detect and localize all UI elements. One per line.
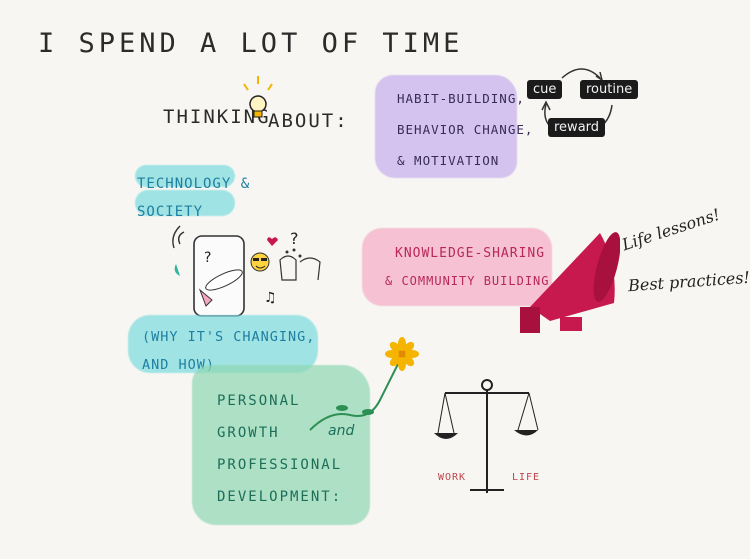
technology-line: Technology & bbox=[137, 176, 251, 192]
habit-line: & motivation bbox=[397, 153, 500, 168]
svg-text:?: ? bbox=[204, 250, 211, 266]
habit-line: behavior change, bbox=[397, 122, 534, 137]
growth-line: Professional bbox=[217, 457, 343, 473]
lightbulb-icon bbox=[243, 76, 273, 118]
page-title: I spend a lot of time bbox=[38, 28, 464, 59]
note-life-lessons: Life lessons! bbox=[619, 204, 723, 255]
subtitle-about: about: bbox=[268, 110, 349, 132]
flower-icon bbox=[309, 337, 419, 431]
note-best-practices: Best practices! bbox=[627, 267, 750, 296]
reward-box: reward bbox=[548, 118, 606, 137]
cue-box: cue bbox=[527, 80, 563, 99]
balance-work-label: Work bbox=[438, 472, 467, 483]
phone-icon: ? ? ♫ bbox=[172, 225, 321, 317]
svg-text:♫: ♫ bbox=[264, 290, 277, 306]
routine-box: routine bbox=[580, 80, 639, 99]
balance-life-label: Life bbox=[512, 472, 541, 483]
technology-title: Technology & society bbox=[137, 170, 250, 226]
habit-text: Habit-building, behavior change, & motiv… bbox=[397, 83, 533, 176]
habit-line: Habit-building, bbox=[397, 91, 525, 106]
megaphone-icon bbox=[520, 232, 620, 333]
svg-text:?: ? bbox=[290, 229, 299, 248]
growth-line: Development: bbox=[217, 489, 343, 505]
